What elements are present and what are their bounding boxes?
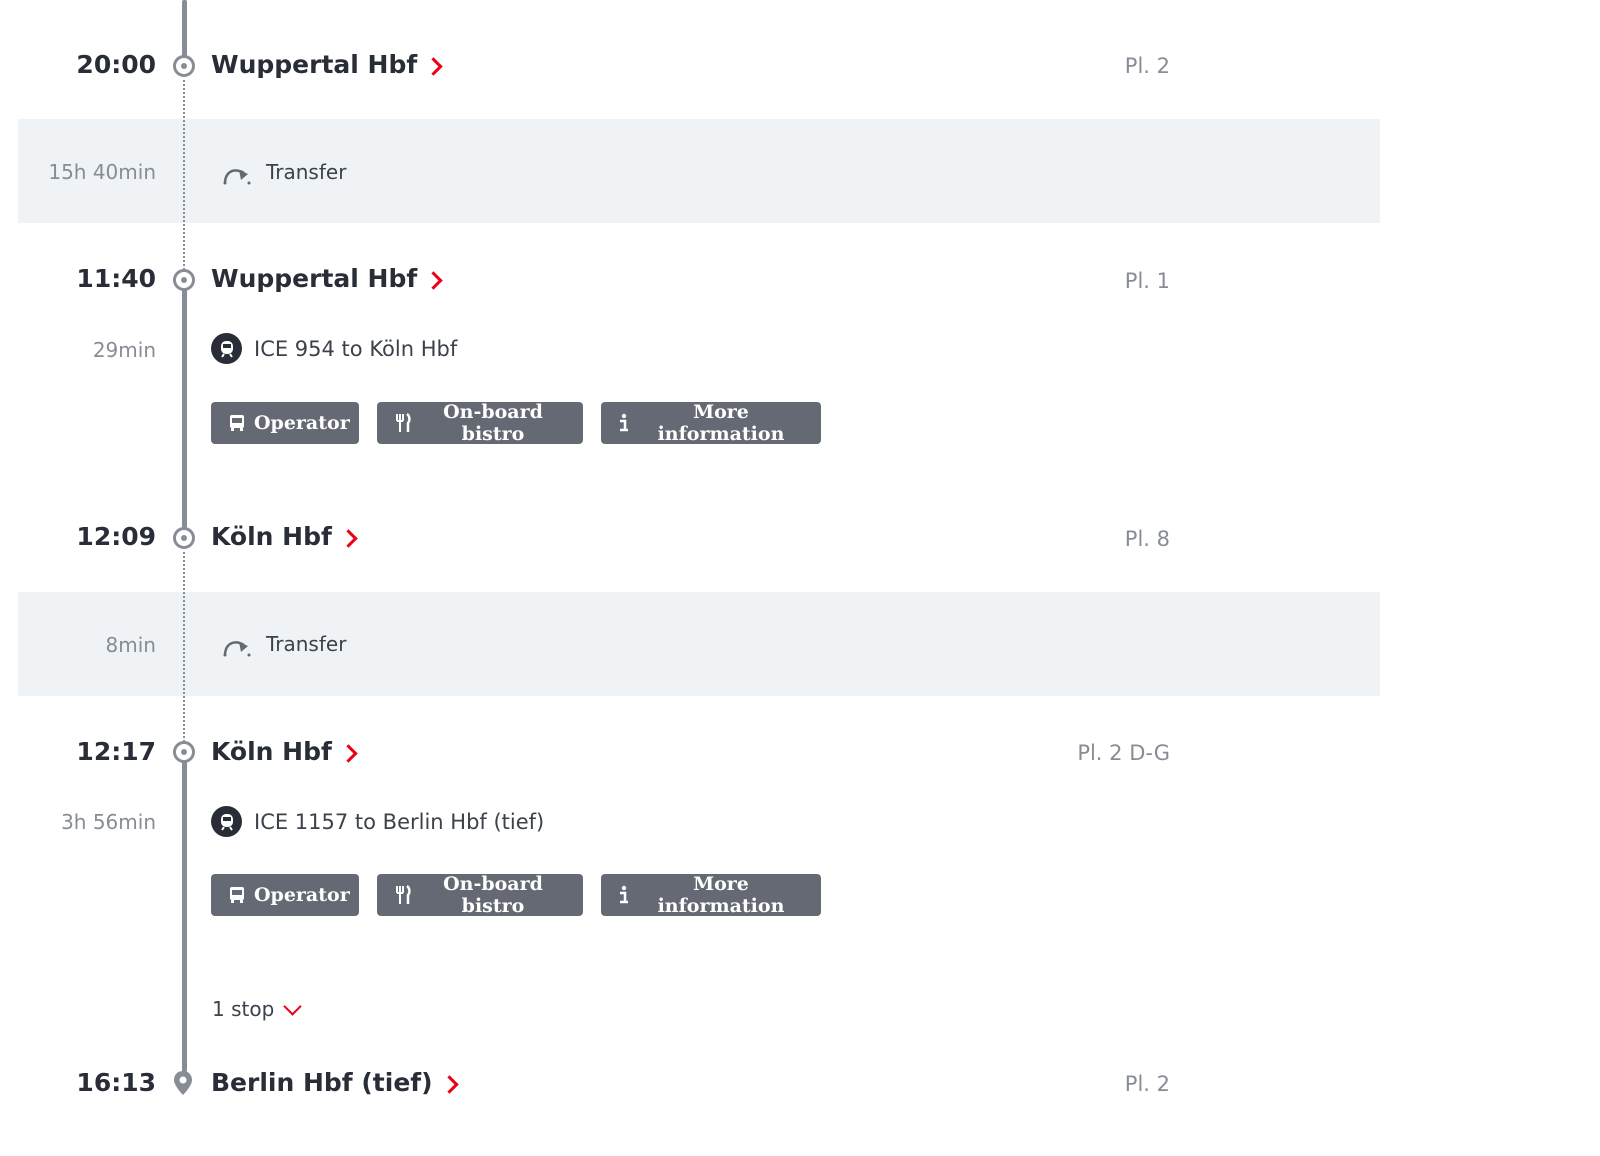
train-duration: 3h 56min	[61, 810, 156, 834]
fork-knife-icon	[396, 885, 411, 904]
operator-button[interactable]: Operator	[211, 874, 359, 916]
info-icon	[620, 885, 628, 904]
departure-time: 11:40	[76, 264, 156, 293]
bistro-button[interactable]: On-board bistro	[377, 401, 583, 445]
platform-label: Pl. 2	[1124, 1072, 1170, 1096]
train-info: ICE 1157 to Berlin Hbf (tief)	[211, 806, 544, 837]
walk-line	[183, 552, 185, 742]
platform-label: Pl. 1	[1124, 269, 1170, 293]
info-icon	[620, 413, 628, 432]
stop-node	[173, 527, 195, 549]
station-name: Wuppertal Hbf	[211, 50, 418, 79]
arrival-time: 16:13	[76, 1068, 156, 1097]
bistro-button[interactable]: On-board bistro	[377, 873, 583, 917]
station-name: Wuppertal Hbf	[211, 264, 418, 293]
arrival-time: 12:09	[76, 522, 156, 551]
stop-node	[173, 741, 195, 763]
departure-time: 12:17	[76, 737, 156, 766]
route-line	[182, 0, 187, 58]
route-line	[182, 760, 187, 1072]
departure-time: 20:00	[76, 50, 156, 79]
chevron-right-icon	[424, 56, 443, 76]
transfer-row: Transfer	[222, 158, 346, 186]
walk-line	[183, 80, 185, 270]
chevron-right-icon	[339, 528, 358, 548]
transfer-arrow-icon	[223, 169, 251, 185]
train-label: ICE 954 to Köln Hbf	[254, 336, 458, 361]
station-name: Berlin Hbf (tief)	[211, 1068, 433, 1097]
platform-label: Pl. 2	[1124, 54, 1170, 78]
transfer-label: Transfer	[266, 160, 347, 184]
station-link-berlin[interactable]: Berlin Hbf (tief)	[211, 1068, 459, 1097]
station-name: Köln Hbf	[211, 737, 332, 766]
train-label: ICE 1157 to Berlin Hbf (tief)	[254, 809, 545, 834]
platform-label: Pl. 2 D-G	[1077, 741, 1170, 765]
stop-node	[173, 55, 195, 77]
train-info: ICE 954 to Köln Hbf	[211, 333, 457, 364]
station-link-koeln[interactable]: Köln Hbf	[211, 737, 358, 766]
chevron-right-icon	[339, 743, 358, 763]
more-info-button[interactable]: More information	[601, 401, 821, 445]
train-actions: Operator On-board bistro More informatio…	[211, 401, 821, 445]
stops-label: 1 stop	[212, 997, 275, 1021]
transfer-duration: 15h 40min	[48, 160, 156, 184]
route-line	[182, 288, 187, 528]
station-link-wuppertal[interactable]: Wuppertal Hbf	[211, 50, 443, 79]
train-icon	[211, 806, 242, 837]
transfer-duration: 8min	[105, 633, 156, 657]
operator-button[interactable]: Operator	[211, 402, 359, 444]
train-duration: 29min	[92, 338, 156, 362]
bus-icon	[230, 415, 244, 431]
chevron-right-icon	[424, 270, 443, 290]
platform-label: Pl. 8	[1124, 527, 1170, 551]
bus-icon	[230, 887, 244, 903]
destination-pin-icon	[174, 1071, 192, 1095]
station-name: Köln Hbf	[211, 522, 332, 551]
transfer-label: Transfer	[266, 632, 347, 656]
station-link-koeln[interactable]: Köln Hbf	[211, 522, 358, 551]
train-icon	[211, 333, 242, 364]
transfer-arrow-icon	[223, 641, 251, 657]
chevron-right-icon	[439, 1074, 459, 1094]
transfer-row: Transfer	[222, 630, 346, 658]
train-actions: Operator On-board bistro More informatio…	[211, 873, 821, 917]
stops-toggle[interactable]: 1 stop	[212, 996, 302, 1021]
station-link-wuppertal[interactable]: Wuppertal Hbf	[211, 264, 443, 293]
stop-node	[173, 269, 195, 291]
fork-knife-icon	[396, 413, 411, 432]
chevron-down-icon	[283, 996, 302, 1016]
more-info-button[interactable]: More information	[601, 873, 821, 917]
